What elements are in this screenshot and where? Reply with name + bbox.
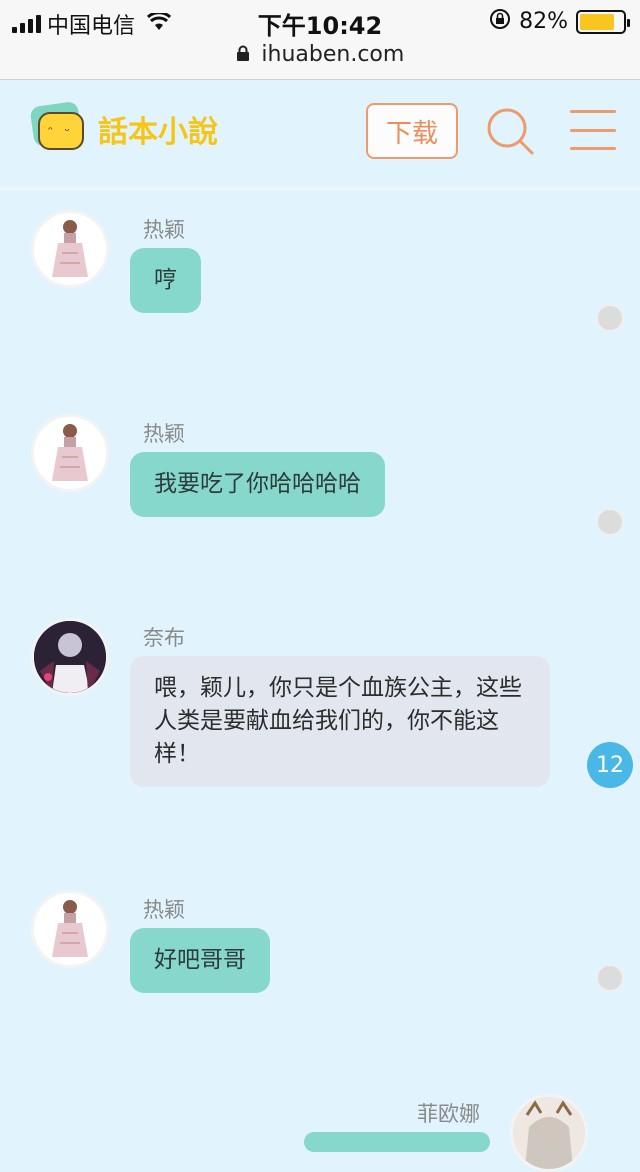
download-button[interactable]: 下载 (366, 103, 458, 159)
sender-name: 热颖 (143, 898, 185, 922)
message-bubble[interactable]: 我要吃了你哈哈哈哈 (130, 452, 385, 517)
url-text: ihuaben.com (261, 42, 405, 67)
menu-icon[interactable] (570, 110, 616, 150)
address-bar[interactable]: ihuaben.com (0, 42, 640, 67)
battery-fill (580, 13, 615, 30)
sender-name: 奈布 (143, 626, 185, 650)
rotation-lock-icon (489, 8, 511, 35)
site-header: ᵔ ᵕ 話本小說 下载 (0, 80, 640, 190)
status-bar: 中国电信 下午10:42 82% ihuaben.com (0, 0, 640, 80)
comment-dot[interactable] (596, 964, 624, 992)
avatar[interactable] (31, 618, 109, 696)
comment-dot[interactable] (596, 508, 624, 536)
comment-count-badge[interactable]: 12 (587, 742, 633, 788)
sender-name: 热颖 (143, 422, 185, 446)
avatar[interactable] (510, 1094, 588, 1172)
message-bubble[interactable]: 喂，颖儿，你只是个血族公主，这些人类是要献血给我们的，你不能这样！ (130, 656, 550, 787)
battery-icon (576, 9, 630, 34)
logo-text: 話本小說 (98, 115, 218, 150)
sender-name: 热颖 (143, 218, 185, 242)
site-logo[interactable]: ᵔ ᵕ 話本小說 (26, 100, 218, 158)
battery-percent: 82% (519, 9, 568, 34)
comment-dot[interactable] (596, 304, 624, 332)
right-status: 82% (489, 8, 630, 35)
chat-list: 热颖 哼 热颖 我要吃了你哈哈哈哈 奈布 喂，颖儿，你只是个血族公主，这些人类是… (0, 192, 640, 1172)
avatar[interactable] (31, 890, 109, 968)
logo-mascot-icon: ᵔ ᵕ (26, 100, 88, 158)
search-icon[interactable] (484, 105, 536, 157)
avatar[interactable] (31, 414, 109, 492)
message-bubble[interactable] (304, 1132, 490, 1152)
padlock-icon (236, 45, 256, 66)
sender-name: 菲欧娜 (417, 1102, 480, 1126)
message-bubble[interactable]: 哼 (130, 248, 201, 313)
message-bubble[interactable]: 好吧哥哥 (130, 928, 270, 993)
avatar[interactable] (31, 210, 109, 288)
